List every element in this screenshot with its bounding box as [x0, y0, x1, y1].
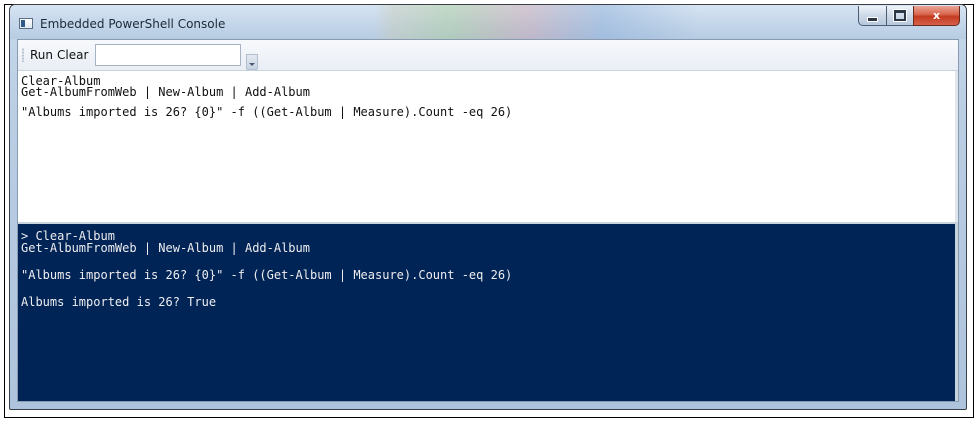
editor-line: Get-AlbumFromWeb | New-Album | Add-Album [21, 85, 310, 99]
app-icon[interactable] [19, 18, 33, 29]
toolbar: Run Clear [18, 40, 958, 71]
console-scrollbar[interactable] [955, 224, 958, 401]
caption-buttons: x [858, 6, 960, 26]
clear-button[interactable]: Clear [57, 48, 88, 62]
console-output[interactable]: > Clear-Album Get-AlbumFromWeb | New-Alb… [18, 224, 958, 401]
client-area: Run Clear Clear-Album Get-AlbumFromWeb |… [17, 39, 959, 402]
editor-scrollbar[interactable] [955, 71, 958, 222]
close-button[interactable]: x [913, 6, 960, 26]
run-button[interactable]: Run [30, 48, 53, 62]
console-line: Get-AlbumFromWeb | New-Album | Add-Album [21, 241, 310, 255]
editor-line: "Albums imported is 26? {0}" -f ((Get-Al… [21, 105, 513, 119]
toolbar-grip-icon[interactable] [22, 48, 24, 62]
chevron-down-icon [249, 63, 255, 66]
close-icon: x [932, 9, 941, 22]
maximize-icon [893, 9, 907, 22]
toolbar-overflow-button[interactable] [246, 54, 258, 70]
title-bar[interactable]: Embedded PowerShell Console x [10, 5, 966, 39]
minimize-button[interactable] [858, 6, 886, 26]
maximize-button[interactable] [886, 6, 913, 26]
command-input[interactable] [95, 44, 241, 66]
script-editor[interactable]: Clear-Album Get-AlbumFromWeb | New-Album… [18, 71, 958, 224]
window-title: Embedded PowerShell Console [40, 17, 226, 31]
console-line: "Albums imported is 26? {0}" -f ((Get-Al… [21, 268, 513, 282]
console-line: Albums imported is 26? True [21, 295, 217, 309]
minimize-icon [867, 16, 878, 22]
app-window: Embedded PowerShell Console x Run Clear … [9, 4, 967, 410]
